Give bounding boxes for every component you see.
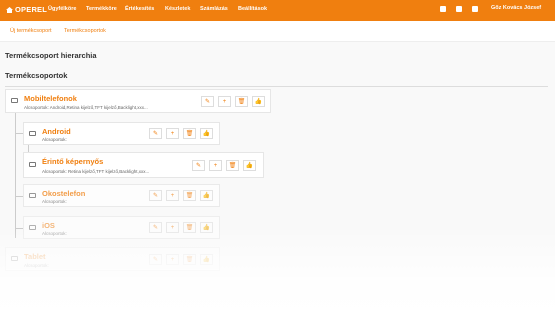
- edit-button[interactable]: ✎: [149, 254, 162, 265]
- sub-navbar: Új termékcsoport Termékcsoportok: [0, 21, 555, 42]
- edit-button[interactable]: ✎: [149, 190, 162, 201]
- add-button[interactable]: +: [166, 128, 179, 139]
- tree-node-erinto-kepernyos[interactable]: Érintő képernyős Alcsoportok: Retina kij…: [23, 152, 264, 178]
- delete-button[interactable]: 🗑: [183, 254, 196, 265]
- folder-icon: [11, 98, 18, 103]
- tree-node-tablet[interactable]: Tablet Alcsoportok: ✎ + 🗑 👍: [5, 247, 220, 271]
- folder-icon: [29, 162, 36, 167]
- node-title[interactable]: Érintő képernyős: [42, 157, 103, 166]
- main-content: Termékcsoport hierarchia Termékcsoportok…: [0, 42, 555, 318]
- tree-line: [15, 112, 16, 238]
- tree-node-mobiltelefonok[interactable]: Mobiltelefonok Alcsoportok: Android,Reti…: [5, 89, 271, 113]
- add-button[interactable]: +: [166, 190, 179, 201]
- divider: [5, 86, 548, 87]
- tree-line: [15, 228, 23, 229]
- brand-name: OPEREL: [15, 5, 48, 14]
- top-navbar: OPEREL Ügyfélköre Termékköre Értékesítés…: [0, 0, 555, 21]
- delete-button[interactable]: 🗑: [235, 96, 248, 107]
- node-title[interactable]: Okostelefon: [42, 189, 85, 198]
- brand-logo[interactable]: OPEREL: [6, 5, 47, 14]
- folder-icon: [29, 225, 36, 230]
- node-subgroups: Alcsoportok: Retina kijelző,TFT kijelző,…: [42, 169, 150, 174]
- edit-button[interactable]: ✎: [192, 160, 205, 171]
- like-button[interactable]: 👍: [200, 254, 213, 265]
- nav-beallitasok[interactable]: Beállítások: [238, 6, 267, 12]
- folder-icon: [29, 131, 36, 136]
- like-button[interactable]: 👍: [200, 222, 213, 233]
- tree-node-okostelefon[interactable]: Okostelefon Alcsoportok: ✎ + 🗑 👍: [23, 184, 220, 207]
- delete-button[interactable]: 🗑: [226, 160, 239, 171]
- like-button[interactable]: 👍: [252, 96, 265, 107]
- tree-node-android[interactable]: Android Alcsoportok: ✎ + 🗑 👍: [23, 122, 220, 145]
- nav-ugyfelkore[interactable]: Ügyfélköre: [48, 6, 76, 12]
- edit-button[interactable]: ✎: [149, 128, 162, 139]
- twitter-icon[interactable]: [456, 6, 462, 12]
- page-title: Termékcsoport hierarchia: [5, 51, 97, 60]
- tree-line: [15, 133, 23, 134]
- edit-button[interactable]: ✎: [149, 222, 162, 233]
- node-subgroups: Alcsoportok:: [24, 263, 49, 268]
- user-menu[interactable]: Gőz Kovács József: [491, 5, 541, 11]
- nav-keszletek[interactable]: Készletek: [165, 6, 190, 12]
- node-title[interactable]: Tablet: [24, 252, 46, 261]
- node-subgroups: Alcsoportok:: [42, 137, 67, 142]
- node-title[interactable]: Mobiltelefonok: [24, 94, 77, 103]
- nav-szamlazas[interactable]: Számlázás: [200, 6, 228, 12]
- new-group-link[interactable]: Új termékcsoport: [10, 28, 52, 34]
- groups-link[interactable]: Termékcsoportok: [64, 28, 106, 34]
- node-subgroups: Alcsoportok:: [42, 199, 67, 204]
- like-button[interactable]: 👍: [200, 190, 213, 201]
- user-icon[interactable]: [472, 6, 478, 12]
- section-title: Termékcsoportok: [5, 71, 68, 80]
- node-title[interactable]: iOS: [42, 221, 55, 230]
- home-icon: [6, 7, 13, 13]
- add-button[interactable]: +: [209, 160, 222, 171]
- folder-icon: [11, 256, 18, 261]
- edit-button[interactable]: ✎: [201, 96, 214, 107]
- like-button[interactable]: 👍: [243, 160, 256, 171]
- tree-node-ios[interactable]: iOS Alcsoportok: ✎ + 🗑 👍: [23, 216, 220, 239]
- delete-button[interactable]: 🗑: [183, 190, 196, 201]
- folder-icon: [29, 193, 36, 198]
- delete-button[interactable]: 🗑: [183, 128, 196, 139]
- add-button[interactable]: +: [166, 222, 179, 233]
- add-button[interactable]: +: [166, 254, 179, 265]
- facebook-icon[interactable]: [440, 6, 446, 12]
- nav-termekkore[interactable]: Termékköre: [86, 6, 117, 12]
- like-button[interactable]: 👍: [200, 128, 213, 139]
- node-subgroups: Alcsoportok:: [42, 231, 67, 236]
- add-button[interactable]: +: [218, 96, 231, 107]
- delete-button[interactable]: 🗑: [183, 222, 196, 233]
- node-subgroups: Alcsoportok: Android,Retina kijelző,TFT …: [24, 105, 148, 110]
- nav-ertekesites[interactable]: Értékesítés: [125, 6, 154, 12]
- tree-line: [15, 196, 23, 197]
- node-title[interactable]: Android: [42, 127, 71, 136]
